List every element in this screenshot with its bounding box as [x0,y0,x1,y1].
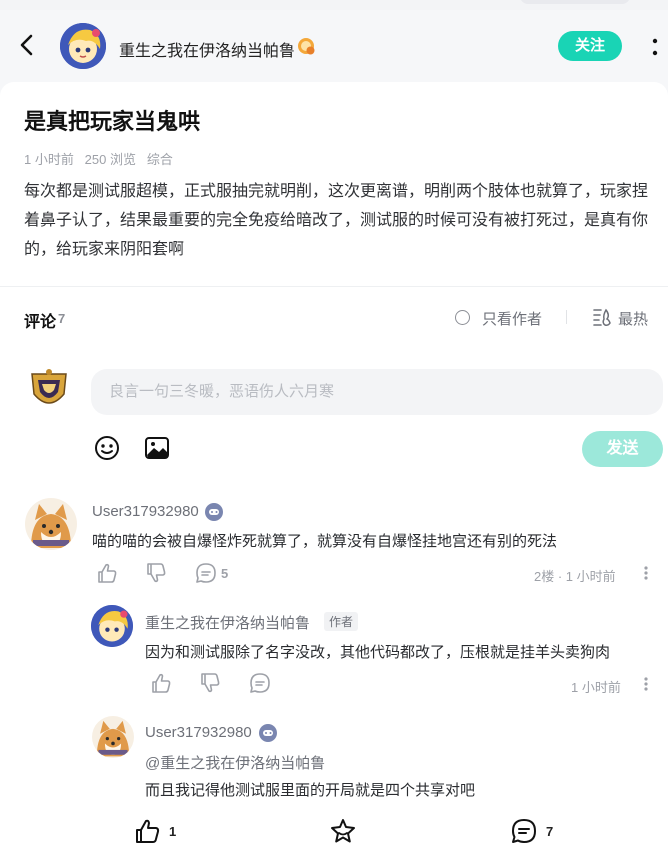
sort-icon [593,308,611,326]
more-options-icon[interactable] [648,34,662,60]
reply-more-icon[interactable] [643,676,649,692]
reply-author-avatar[interactable] [91,605,133,647]
comment-floor-time: 2楼 · 1 小时前 [534,569,616,584]
reply-commenter-avatar[interactable] [92,716,134,758]
image-icon[interactable] [144,435,170,461]
emoji-icon[interactable] [94,435,120,461]
comments-count: 7 [58,311,66,326]
like-icon[interactable] [96,562,118,584]
post-meta: 1 小时前 250 浏览 综合 [24,152,173,167]
author-avatar[interactable] [60,23,106,69]
post-card: 是真把玩家当鬼哄 1 小时前 250 浏览 综合 每次都是测试服超模，正式服抽完… [0,82,668,849]
comment-icon[interactable] [511,818,537,844]
reply-mention[interactable]: @重生之我在伊洛纳当帕鲁 [145,752,325,773]
commenter-avatar[interactable] [25,498,77,550]
top-strip-pill [520,0,630,4]
reply-count: 5 [221,566,229,581]
comment-input[interactable]: 良言一句三冬暖，恶语伤人六月寒 [91,369,663,415]
only-author-label: 只看作者 [482,311,543,328]
sort-label: 最热 [618,311,649,328]
reply-commenter-name[interactable]: User317932980 [145,724,252,741]
back-arrow-icon[interactable] [14,32,40,58]
comment-text: 喵的喵的会被自爆怪炸死就算了，就算没有自爆怪挂地宫还有别的死法 [92,533,558,550]
reply-time: 1 小时前 [571,680,621,695]
bottom-action-bar: 1 7 [0,810,668,849]
divider [566,310,567,324]
reply-text: 因为和测试服除了名字没改，其他代码都改了，压根就是挂羊头卖狗肉 [145,644,611,661]
top-strip [0,0,668,10]
comments-label: 评论 [24,314,57,331]
reply-text: 而且我记得他测试服里面的开局就是四个共享对吧 [145,782,476,799]
post-title: 是真把玩家当鬼哄 [24,109,201,134]
level-badge-icon [298,38,315,55]
reply-author-name[interactable]: 重生之我在伊洛纳当帕鲁 [145,612,310,633]
dislike-icon[interactable] [199,672,221,694]
author-tag: 作者 [324,612,359,631]
gamepad-badge-icon [205,503,223,521]
reply-icon[interactable] [195,562,217,584]
like-icon[interactable] [134,818,160,844]
reply-icon[interactable] [249,672,271,694]
my-avatar [31,369,67,404]
comment-count: 7 [546,824,554,839]
comment-more-icon[interactable] [643,565,649,581]
section-divider [0,286,668,287]
commenter-name[interactable]: User317932980 [92,503,199,520]
author-name[interactable]: 重生之我在伊洛纳当帕鲁 [119,37,295,61]
dislike-icon[interactable] [145,562,167,584]
post-header: 重生之我在伊洛纳当帕鲁 关注 [0,10,668,82]
gamepad-badge-icon [259,724,277,742]
like-count: 1 [169,824,177,839]
post-body: 每次都是测试服超模，正式服抽完就明削，这次更离谱，明削两个肢体也就算了，玩家捏着… [24,183,649,258]
like-icon[interactable] [150,672,172,694]
follow-button[interactable]: 关注 [558,31,622,61]
favorite-star-icon[interactable] [330,818,356,844]
radio-circle-icon [455,310,470,325]
send-button[interactable]: 发送 [582,431,663,467]
